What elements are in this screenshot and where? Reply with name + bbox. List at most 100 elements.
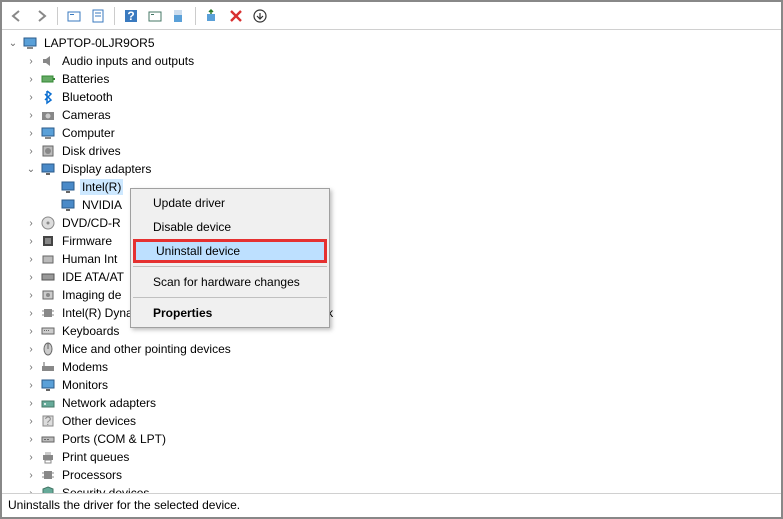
forward-button[interactable] — [30, 5, 52, 27]
tree-category[interactable]: ›Firmware — [2, 232, 781, 250]
expander-icon[interactable]: › — [24, 72, 38, 86]
printer-icon — [40, 449, 56, 465]
expander-icon[interactable]: › — [24, 432, 38, 446]
category-label: Disk drives — [60, 143, 123, 159]
expander-icon[interactable]: › — [24, 252, 38, 266]
expander-icon[interactable]: › — [24, 486, 38, 493]
expander-icon[interactable]: › — [24, 216, 38, 230]
dvd-icon — [40, 215, 56, 231]
expander-icon[interactable]: › — [24, 54, 38, 68]
properties-button[interactable] — [87, 5, 109, 27]
help-button[interactable]: ? — [120, 5, 142, 27]
toolbar-separator — [195, 7, 196, 25]
context-menu: Update driverDisable deviceUninstall dev… — [130, 188, 330, 328]
category-label: Security devices — [60, 485, 151, 493]
tree-category[interactable]: › Batteries — [2, 70, 781, 88]
tree-device[interactable]: NVIDIA — [2, 196, 781, 214]
toolbar: ? — [2, 2, 781, 30]
category-label: Computer — [60, 125, 117, 141]
tree-category[interactable]: › Cameras — [2, 106, 781, 124]
category-label: Imaging de — [60, 287, 123, 303]
menu-item[interactable]: Uninstall device — [133, 239, 327, 263]
tree-category[interactable]: ›IDE ATA/AT — [2, 268, 781, 286]
expander-icon[interactable]: › — [24, 324, 38, 338]
menu-item[interactable]: Properties — [133, 301, 327, 325]
svg-text:?: ? — [127, 9, 134, 23]
tree-device[interactable]: Intel(R) — [2, 178, 781, 196]
expander-icon[interactable]: › — [24, 378, 38, 392]
category-label: DVD/CD-R — [60, 215, 123, 231]
tree-category[interactable]: › Computer — [2, 124, 781, 142]
tree-category[interactable]: › Imaging de — [2, 286, 781, 304]
tree-category[interactable]: ›Processors — [2, 466, 781, 484]
expander-icon[interactable]: › — [24, 306, 38, 320]
tree-category[interactable]: ›Ports (COM & LPT) — [2, 430, 781, 448]
tree-category[interactable]: › Human Int — [2, 250, 781, 268]
tree-root[interactable]: ⌄LAPTOP-0LJR9OR5 — [2, 34, 781, 52]
menu-item[interactable]: Update driver — [133, 191, 327, 215]
tree-category[interactable]: ⌄Display adapters — [2, 160, 781, 178]
ide-icon — [40, 269, 56, 285]
expander-icon[interactable]: › — [24, 414, 38, 428]
scan-button[interactable] — [201, 5, 223, 27]
expander-icon[interactable]: › — [24, 360, 38, 374]
back-button[interactable] — [6, 5, 28, 27]
firmware-icon — [40, 233, 56, 249]
expander-icon[interactable]: › — [24, 144, 38, 158]
update-button[interactable] — [144, 5, 166, 27]
tree-category[interactable]: ›Monitors — [2, 376, 781, 394]
tree-category[interactable]: › Security devices — [2, 484, 781, 493]
tree-category[interactable]: › Disk drives — [2, 142, 781, 160]
expander-icon[interactable]: › — [24, 90, 38, 104]
svg-text:?: ? — [45, 414, 52, 428]
expander-icon[interactable]: › — [24, 270, 38, 284]
tree-category[interactable]: ›Modems — [2, 358, 781, 376]
device-tree[interactable]: ⌄LAPTOP-0LJR9OR5›Audio inputs and output… — [2, 30, 781, 493]
menu-item[interactable]: Scan for hardware changes — [133, 270, 327, 294]
expander-icon[interactable]: ⌄ — [6, 36, 20, 50]
tree-category[interactable]: › DVD/CD-R — [2, 214, 781, 232]
tree-category[interactable]: ›?Other devices — [2, 412, 781, 430]
audio-icon — [40, 53, 56, 69]
menu-separator — [133, 297, 327, 298]
expander-icon[interactable]: ⌄ — [24, 162, 38, 176]
menu-item[interactable]: Disable device — [133, 215, 327, 239]
processor-icon — [40, 305, 56, 321]
category-label: Human Int — [60, 251, 119, 267]
uninstall-button[interactable] — [168, 5, 190, 27]
network-icon — [40, 395, 56, 411]
camera-icon — [40, 107, 56, 123]
tree-category[interactable]: ›Mice and other pointing devices — [2, 340, 781, 358]
display-icon — [40, 161, 56, 177]
device-label: NVIDIA — [80, 197, 124, 213]
expander-icon[interactable]: › — [24, 342, 38, 356]
disk-icon — [40, 143, 56, 159]
tree-category[interactable]: ›Bluetooth — [2, 88, 781, 106]
category-label: Network adapters — [60, 395, 158, 411]
show-hidden-button[interactable] — [63, 5, 85, 27]
expander-icon[interactable]: › — [24, 396, 38, 410]
menu-separator — [133, 266, 327, 267]
more-button[interactable] — [249, 5, 271, 27]
category-label: Cameras — [60, 107, 113, 123]
expander-icon[interactable]: › — [24, 288, 38, 302]
expander-icon[interactable]: › — [24, 450, 38, 464]
tree-category[interactable]: ›Intel(R) Dynamic Platform and Thermal F… — [2, 304, 781, 322]
tree-category[interactable]: › Print queues — [2, 448, 781, 466]
expander-icon[interactable]: › — [24, 108, 38, 122]
category-label: Keyboards — [60, 323, 121, 339]
category-label: Batteries — [60, 71, 111, 87]
expander-icon[interactable]: › — [24, 126, 38, 140]
display-icon — [60, 179, 76, 195]
tree-category[interactable]: › Network adapters — [2, 394, 781, 412]
monitor-icon — [40, 377, 56, 393]
expander-icon[interactable]: › — [24, 234, 38, 248]
tree-category[interactable]: ›Audio inputs and outputs — [2, 52, 781, 70]
expander-icon[interactable]: › — [24, 468, 38, 482]
toolbar-separator — [114, 7, 115, 25]
remove-button[interactable] — [225, 5, 247, 27]
battery-icon — [40, 71, 56, 87]
category-label: Print queues — [60, 449, 131, 465]
imaging-icon — [40, 287, 56, 303]
tree-category[interactable]: › Keyboards — [2, 322, 781, 340]
